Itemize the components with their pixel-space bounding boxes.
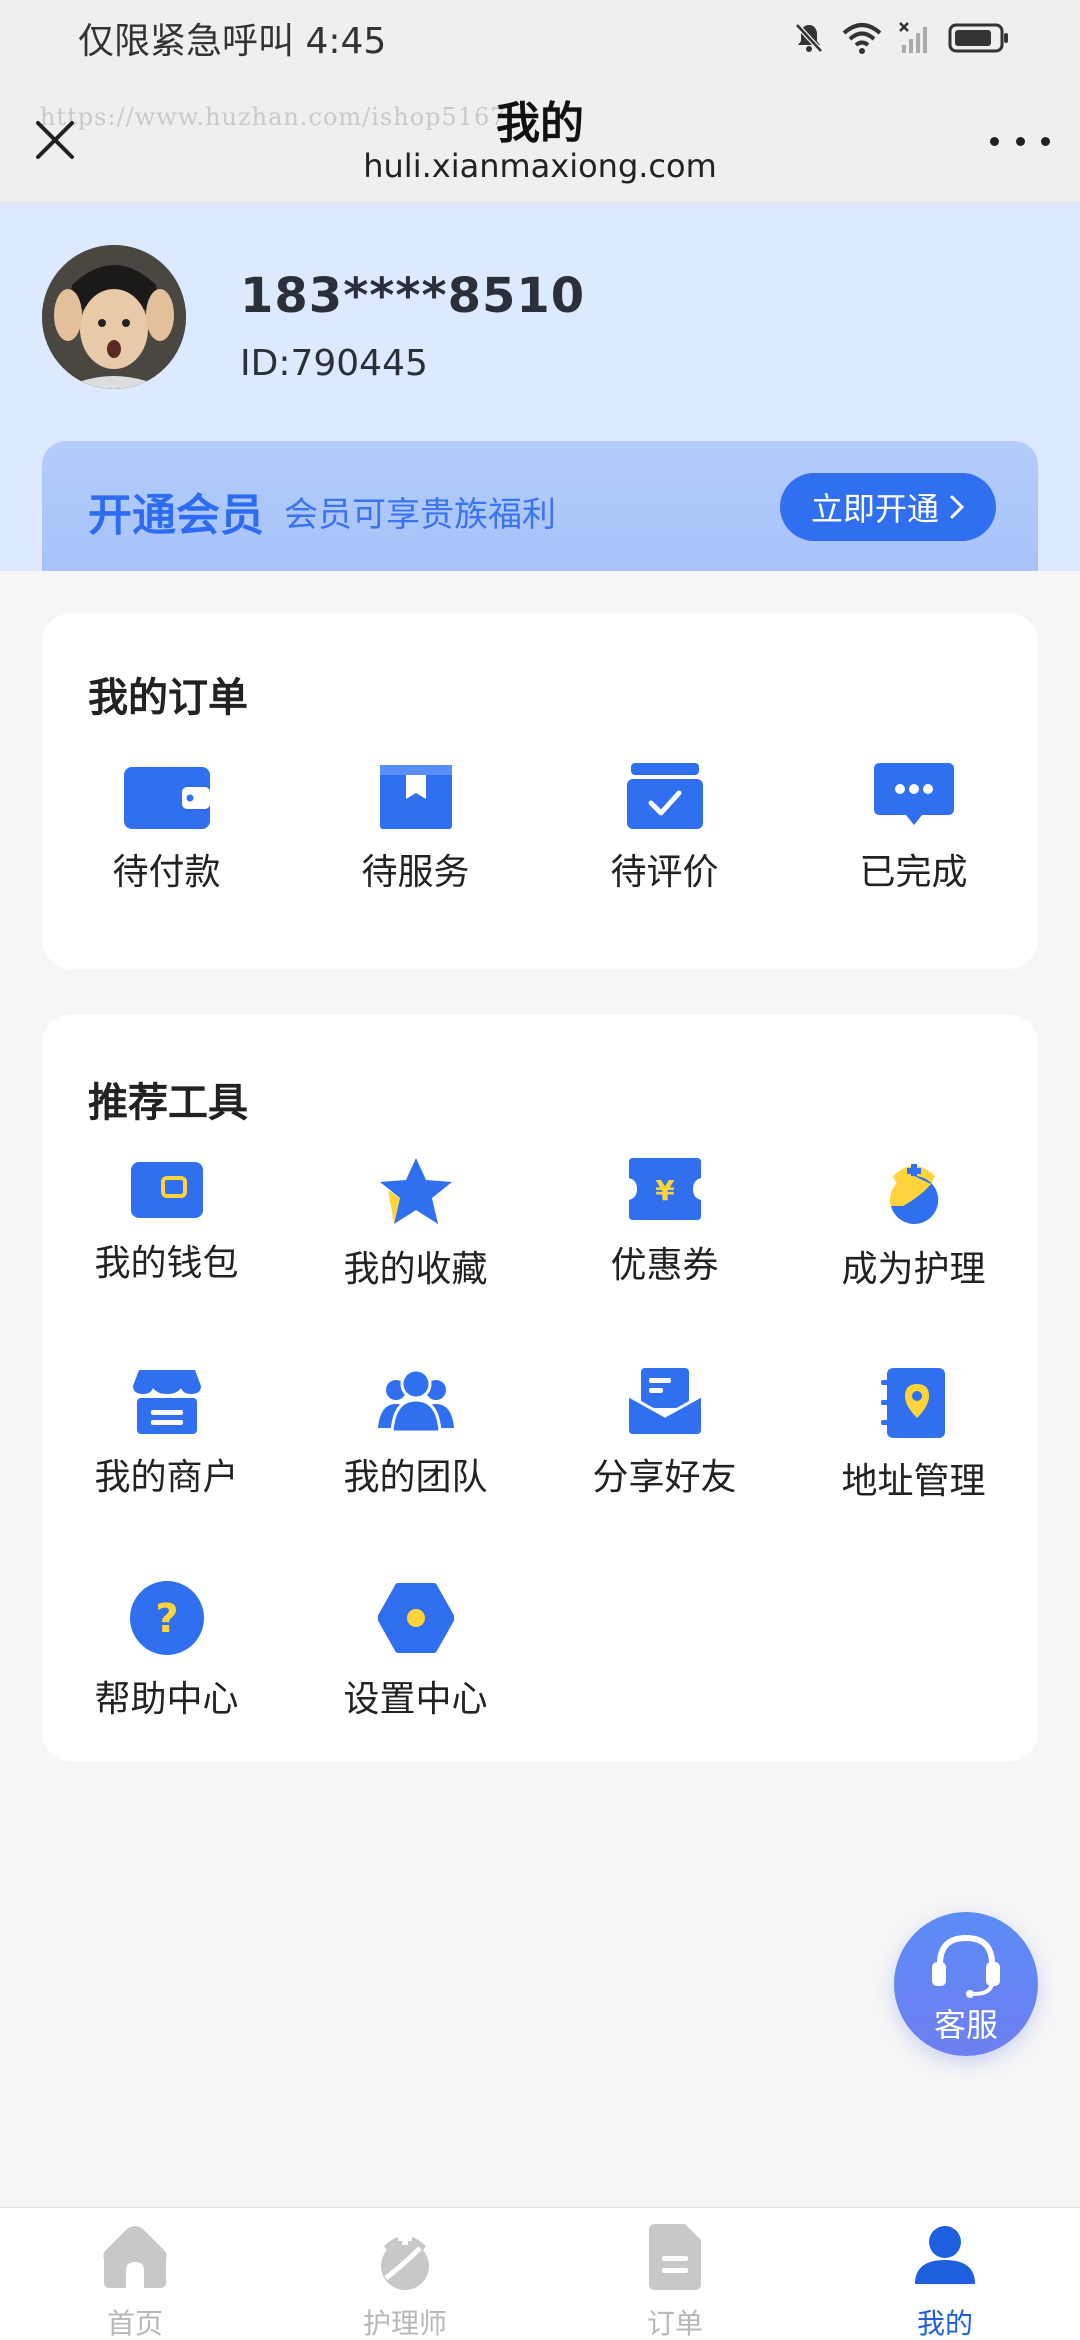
tab-nurse[interactable]: 护理师 [270, 2224, 540, 2340]
tool-coupons[interactable]: ¥ 优惠券 [540, 1156, 789, 1288]
avatar-image [42, 245, 186, 389]
tool-item-label: 我的团队 [343, 1457, 488, 1498]
order-item-label: 待评价 [610, 852, 719, 893]
tool-settings-center[interactable]: 设置中心 [291, 1580, 540, 1722]
dot-icon [1015, 136, 1025, 146]
tab-label: 订单 [646, 2307, 703, 2340]
settings-icon [377, 1583, 454, 1653]
tab-label: 我的 [916, 2307, 973, 2340]
status-bar: 仅限紧急呼叫 4:45 [0, 0, 1080, 75]
tool-become-nurse[interactable]: 成为护理 [789, 1156, 1038, 1292]
tool-address-management[interactable]: 地址管理 [789, 1368, 1038, 1504]
wifi-icon [842, 22, 882, 54]
tool-item-label: 帮助中心 [94, 1679, 239, 1720]
vip-title: 开通会员 [88, 490, 264, 541]
tool-share-friends[interactable]: 分享好友 [540, 1368, 789, 1500]
user-icon [915, 2226, 975, 2284]
customer-service-label: 客服 [933, 2006, 998, 2044]
battery-icon [948, 23, 1008, 52]
user-id: ID:790445 [240, 343, 428, 384]
headset-icon [932, 1934, 1000, 1998]
tab-home[interactable]: 首页 [0, 2224, 270, 2340]
order-item-label: 待服务 [361, 852, 470, 893]
vip-banner[interactable]: 开通会员 会员可享贵族福利 立即开通 [42, 441, 1038, 571]
tool-item-label: 我的钱包 [94, 1243, 239, 1284]
page-url: huli.xianmaxiong.com [363, 147, 717, 185]
tools-card: 推荐工具 我的钱包 我的收藏 ¥ 优惠券 成为护理 我的商户 我的团队 分享好友… [42, 1014, 1038, 1762]
tab-orders[interactable]: 订单 [540, 2224, 810, 2340]
avatar[interactable] [42, 245, 186, 389]
tool-item-label: 优惠券 [610, 1245, 719, 1286]
vip-open-label: 立即开通 [810, 490, 939, 528]
document-icon [649, 2224, 701, 2290]
vip-open-button[interactable]: 立即开通 [780, 473, 996, 541]
tool-item-label: 分享好友 [592, 1457, 737, 1498]
dot-icon [990, 136, 999, 146]
star-icon [379, 1158, 452, 1224]
wallet-icon [130, 1162, 203, 1218]
wallet-icon [123, 767, 210, 829]
help-icon: ? [129, 1581, 204, 1655]
order-pending-payment[interactable]: 待付款 [42, 763, 291, 895]
user-phone: 183****8510 [240, 268, 586, 324]
profile-header: 183****8510 ID:790445 开通会员 会员可享贵族福利 立即开通 [0, 203, 1080, 571]
tab-mine[interactable]: 我的 [810, 2224, 1080, 2340]
address-book-icon [880, 1368, 945, 1438]
order-item-label: 已完成 [859, 852, 968, 893]
tool-item-label: 设置中心 [343, 1679, 488, 1720]
vip-subtitle: 会员可享贵族福利 [284, 495, 556, 535]
svg-text:¥: ¥ [655, 1174, 675, 1207]
tool-item-label: 我的收藏 [343, 1249, 488, 1290]
order-pending-review[interactable]: 待评价 [540, 763, 789, 895]
svg-text:?: ? [155, 1596, 178, 1642]
bell-off-icon [795, 22, 823, 53]
dot-icon [1041, 136, 1050, 146]
nurse-tab-icon [381, 2232, 429, 2290]
tool-item-label: 成为护理 [841, 1249, 986, 1290]
signal-icon [899, 21, 927, 53]
share-mail-icon [628, 1368, 701, 1434]
tool-my-team[interactable]: 我的团队 [291, 1368, 540, 1500]
coupon-icon: ¥ [628, 1158, 701, 1220]
tool-my-favorites[interactable]: 我的收藏 [291, 1156, 540, 1292]
title-bar: https://www.huzhan.com/ishop5167 我的 huli… [0, 75, 1080, 203]
tool-item-label: 我的商户 [94, 1457, 239, 1498]
chat-dots-icon [873, 763, 954, 825]
status-text: 仅限紧急呼叫 4:45 [78, 20, 387, 62]
tool-my-store[interactable]: 我的商户 [42, 1368, 291, 1500]
customer-service-button[interactable]: 客服 [894, 1912, 1038, 2056]
page-title: 我的 [496, 98, 584, 149]
home-icon [103, 2226, 167, 2288]
tool-help-center[interactable]: ? 帮助中心 [42, 1580, 291, 1722]
chevron-right-icon [950, 495, 965, 519]
tool-my-wallet[interactable]: 我的钱包 [42, 1156, 291, 1286]
orders-card: 我的订单 待付款 待服务 待评价 已完成 [42, 613, 1038, 969]
tools-title: 推荐工具 [88, 1080, 248, 1126]
order-completed[interactable]: 已完成 [789, 763, 1038, 895]
store-icon [132, 1370, 201, 1434]
tab-label: 首页 [106, 2307, 163, 2340]
more-menu-button[interactable] [990, 121, 1050, 161]
orders-title: 我的订单 [88, 675, 248, 721]
team-icon [377, 1368, 454, 1434]
inbox-check-icon [626, 763, 703, 829]
tool-item-label: 地址管理 [841, 1461, 986, 1502]
bottom-tab-bar: 首页 护理师 订单 我的 [0, 2207, 1080, 2340]
status-icons [792, 21, 1010, 55]
nurse-icon [889, 1164, 938, 1224]
order-pending-service[interactable]: 待服务 [291, 763, 540, 895]
tab-label: 护理师 [362, 2307, 447, 2340]
order-item-label: 待付款 [112, 852, 221, 893]
box-icon [379, 765, 452, 829]
